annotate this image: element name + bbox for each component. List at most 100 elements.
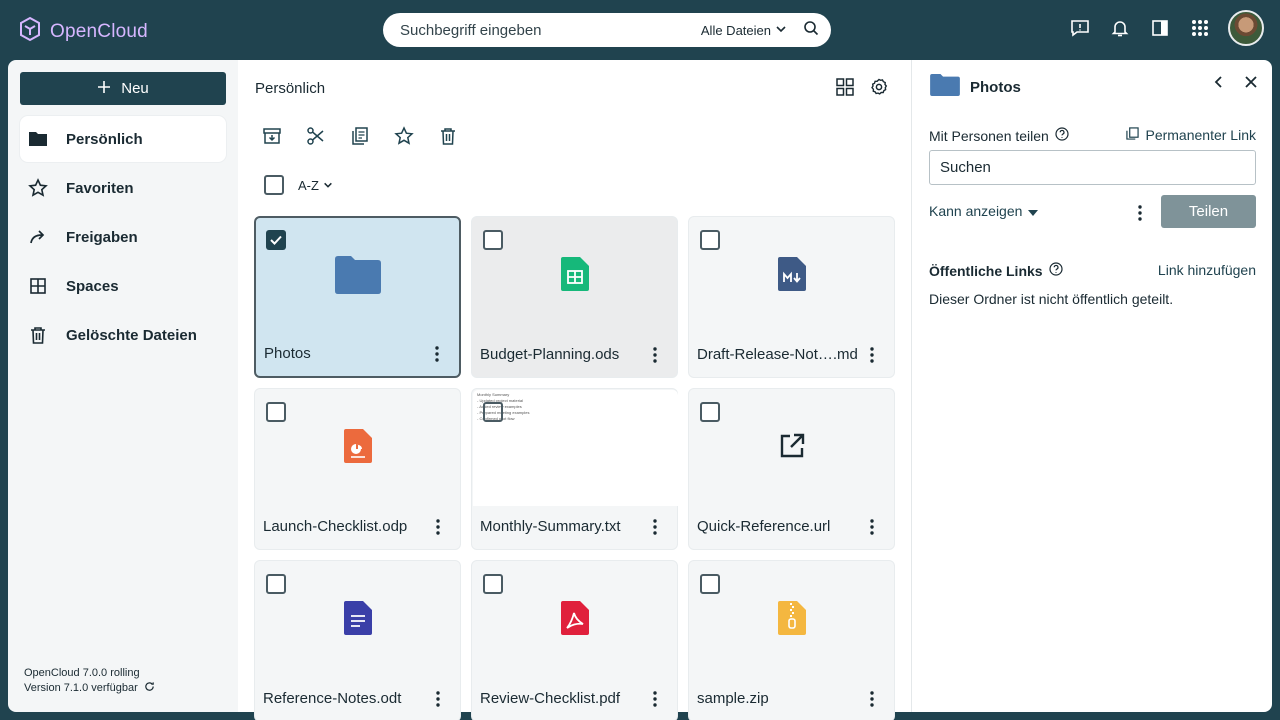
breadcrumb[interactable]: Persönlich	[255, 80, 325, 97]
app-logo[interactable]: OpenCloud	[18, 16, 148, 47]
file-name[interactable]: Photos	[264, 345, 311, 362]
file-name[interactable]: Review-Checklist.pdf	[480, 690, 620, 707]
search-input[interactable]	[400, 21, 701, 39]
file-checkbox[interactable]	[266, 402, 286, 422]
trash-icon	[28, 325, 48, 345]
file-tile[interactable]: Quick-Reference.url	[688, 388, 895, 550]
pdf-icon	[560, 600, 589, 640]
people-search-input[interactable]	[929, 150, 1256, 185]
file-name[interactable]: Monthly-Summary.txt	[480, 518, 621, 535]
file-name[interactable]: Draft-Release-Not….md	[697, 346, 858, 363]
file-browser: Persönlich A-Z Photos Budget-Planning.od…	[238, 60, 911, 720]
spaces-icon	[28, 276, 48, 296]
file-checkbox[interactable]	[483, 230, 503, 250]
thumbnail-line: Monthly Summary	[477, 392, 510, 397]
markdown-icon	[777, 256, 806, 296]
sidebar-item-trash[interactable]: Gelöschte Dateien	[20, 312, 226, 358]
search-icon[interactable]	[803, 20, 819, 41]
new-button[interactable]: Neu	[20, 72, 226, 105]
kebab-menu-icon[interactable]	[1132, 203, 1148, 223]
version-update-label: Version 7.1.0 verfügbar	[24, 682, 138, 694]
kebab-menu-icon[interactable]	[647, 689, 663, 709]
app-grid-icon[interactable]	[1188, 16, 1212, 40]
no-public-links-note: Dieser Ordner ist nicht öffentlich getei…	[929, 291, 1174, 307]
public-links-text: Öffentliche Links	[929, 262, 1043, 279]
spreadsheet-icon	[560, 256, 589, 296]
folder-icon	[930, 74, 960, 101]
copy-icon	[1126, 127, 1140, 143]
add-link-button[interactable]: Link hinzufügen	[1158, 262, 1256, 278]
user-avatar[interactable]	[1228, 10, 1264, 46]
select-all-checkbox[interactable]	[264, 175, 284, 195]
file-checkbox[interactable]	[700, 230, 720, 250]
sidebar-nav: Persönlich Favoriten Freigaben Spaces Ge…	[20, 116, 226, 361]
share-button[interactable]: Teilen	[1161, 195, 1256, 228]
sidebar-item-label: Gelöschte Dateien	[66, 326, 197, 344]
kebab-menu-icon[interactable]	[647, 517, 663, 537]
share-with-people-label: Mit Personen teilen	[929, 127, 1069, 144]
kebab-menu-icon[interactable]	[430, 517, 446, 537]
file-name[interactable]: Budget-Planning.ods	[480, 346, 619, 363]
app-name: OpenCloud	[50, 20, 148, 42]
document-icon	[343, 600, 372, 640]
kebab-menu-icon[interactable]	[864, 689, 880, 709]
file-checkbox[interactable]	[700, 574, 720, 594]
file-checkbox[interactable]	[266, 230, 286, 250]
tiles-view-icon[interactable]	[836, 78, 854, 101]
file-checkbox[interactable]	[700, 402, 720, 422]
permanent-link-label: Permanenter Link	[1145, 127, 1256, 143]
copy-icon[interactable]	[350, 126, 370, 146]
kebab-menu-icon[interactable]	[430, 689, 446, 709]
version-info: OpenCloud 7.0.0 rolling Version 7.1.0 ve…	[24, 666, 155, 696]
opencloud-logo-icon	[18, 16, 42, 47]
file-checkbox[interactable]	[266, 574, 286, 594]
feedback-icon[interactable]	[1068, 16, 1092, 40]
folder-icon	[28, 129, 48, 149]
file-name[interactable]: Launch-Checklist.odp	[263, 518, 407, 535]
sidebar: Neu Persönlich Favoriten Freigaben Space…	[8, 60, 238, 712]
role-dropdown[interactable]: Kann anzeigen	[929, 203, 1039, 219]
text-thumbnail: Monthly Summary - Updated project materi…	[473, 390, 678, 506]
file-checkbox[interactable]	[483, 574, 503, 594]
sort-dropdown[interactable]: A-Z	[298, 178, 333, 193]
kebab-menu-icon[interactable]	[864, 517, 880, 537]
file-name[interactable]: Reference-Notes.odt	[263, 690, 401, 707]
cut-icon[interactable]	[306, 126, 326, 146]
star-icon[interactable]	[394, 126, 414, 146]
sidebar-item-personal[interactable]: Persönlich	[20, 116, 226, 162]
help-icon[interactable]	[1048, 262, 1063, 279]
bell-icon[interactable]	[1108, 16, 1132, 40]
file-tile[interactable]: Review-Checklist.pdf	[471, 560, 678, 720]
file-tile[interactable]: sample.zip	[688, 560, 895, 720]
file-name[interactable]: sample.zip	[697, 690, 769, 707]
kebab-menu-icon[interactable]	[647, 345, 663, 365]
file-name[interactable]: Quick-Reference.url	[697, 518, 830, 535]
file-tile[interactable]: Budget-Planning.ods	[471, 216, 678, 378]
trash-icon[interactable]	[438, 126, 458, 146]
sidebar-item-favorites[interactable]: Favoriten	[20, 165, 226, 211]
file-tile[interactable]: Monthly Summary - Updated project materi…	[471, 388, 678, 550]
close-icon[interactable]	[1244, 75, 1258, 94]
file-tile[interactable]: Reference-Notes.odt	[254, 560, 461, 720]
sidebar-item-shares[interactable]: Freigaben	[20, 214, 226, 260]
file-tile[interactable]: Draft-Release-Not….md	[688, 216, 895, 378]
search-scope-dropdown[interactable]: Alle Dateien	[701, 23, 787, 38]
permanent-link-button[interactable]: Permanenter Link	[1126, 127, 1256, 143]
kebab-menu-icon[interactable]	[864, 345, 880, 365]
kebab-menu-icon[interactable]	[429, 344, 445, 364]
sort-label: A-Z	[298, 177, 319, 193]
download-archive-icon[interactable]	[262, 126, 282, 146]
sidebar-toggle-icon[interactable]	[1148, 16, 1172, 40]
folder-icon	[334, 255, 381, 299]
sidebar-item-label: Persönlich	[66, 130, 143, 148]
chevron-left-icon[interactable]	[1212, 75, 1226, 94]
share-arrow-icon	[28, 227, 48, 247]
version-update[interactable]: Version 7.1.0 verfügbar	[24, 681, 155, 696]
settings-gear-icon[interactable]	[870, 78, 888, 101]
file-preview	[256, 218, 459, 336]
sidebar-item-spaces[interactable]: Spaces	[20, 263, 226, 309]
file-tile[interactable]: Photos	[254, 216, 461, 378]
help-icon[interactable]	[1055, 127, 1069, 144]
file-checkbox[interactable]	[483, 402, 503, 422]
file-tile[interactable]: Launch-Checklist.odp	[254, 388, 461, 550]
